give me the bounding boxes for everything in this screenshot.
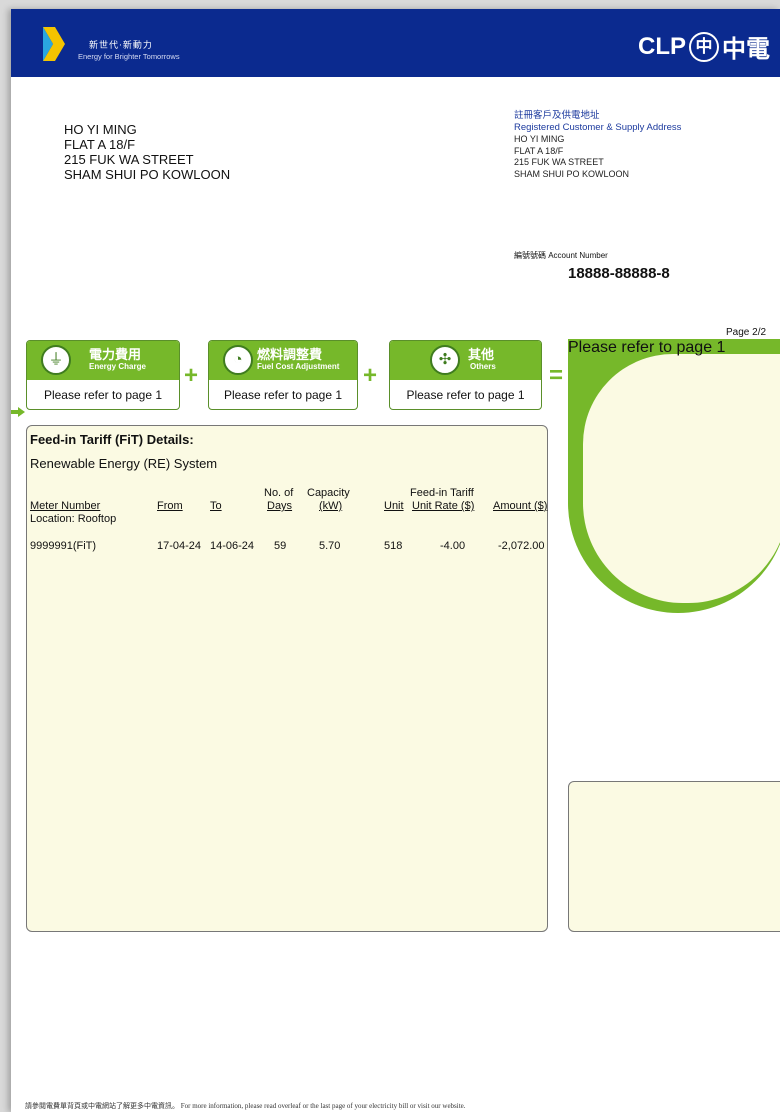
others-box: ✣ 其他 Others Please refer to page 1 — [389, 340, 542, 410]
arrow-right-icon — [11, 407, 25, 417]
rate-header-top: Feed-in Tariff — [410, 487, 474, 499]
mailing-address: HO YI MING FLAT A 18/F 215 FUK WA STREET… — [64, 122, 230, 182]
clp-logo: CLP 中 中電 — [638, 29, 770, 64]
unit-rate-value: -4.00 — [440, 540, 466, 552]
energy-charge-en: Energy Charge — [89, 362, 146, 371]
tagline-en: Energy for Brighter Tomorrows — [78, 52, 180, 61]
plug-icon: ⏚ — [41, 345, 71, 375]
energy-charge-box: ⏚ 電力費用 Energy Charge Please refer to pag… — [26, 340, 180, 410]
address-line: HO YI MING — [64, 122, 137, 137]
unit-value: 518 — [384, 540, 403, 552]
registered-line: SHAM SHUI PO KOWLOON — [514, 168, 630, 179]
equals-sign: = — [549, 362, 564, 389]
account-number: 18888-88888-8 — [568, 265, 670, 282]
address-line: FLAT A 18/F — [64, 137, 136, 152]
unit-header: Unit — [384, 500, 404, 512]
amount-value: -2,072.00 — [498, 540, 545, 552]
others-icon: ✣ — [430, 345, 460, 375]
bill-header: 新世代‧新動力 Energy for Brighter Tomorrows CL… — [11, 9, 780, 77]
registered-title-zh: 註冊客戶及供電地址 — [514, 110, 600, 121]
others-zh: 其他 — [468, 347, 495, 362]
fit-title: Feed-in Tariff (FiT) Details: — [30, 432, 194, 447]
fit-details-panel: Feed-in Tariff (FiT) Details: Renewable … — [26, 425, 548, 932]
fit-subtitle: Renewable Energy (RE) System — [30, 456, 218, 471]
capacity-header: (kW) — [319, 500, 343, 512]
plus-sign: + — [363, 362, 378, 389]
bill-page: 新世代‧新動力 Energy for Brighter Tomorrows CL… — [11, 9, 780, 1112]
address-line: 215 FUK WA STREET — [64, 152, 194, 167]
energy-charge-zh: 電力費用 — [89, 347, 142, 362]
from-value: 17-04-24 — [157, 540, 202, 552]
fuel-cost-header: ◔ 燃料調整費 Fuel Cost Adjustment — [209, 341, 357, 380]
logo-circle: 中 — [689, 31, 719, 62]
others-header: ✣ 其他 Others — [390, 341, 541, 380]
tagline-zh: 新世代‧新動力 — [89, 40, 153, 50]
capacity-header-top: Capacity — [307, 487, 350, 499]
to-value: 14-06-24 — [210, 540, 255, 552]
account-label: 編號號碼 Account Number — [514, 251, 608, 260]
others-en: Others — [470, 362, 496, 371]
logo-zh: 中電 — [722, 36, 770, 63]
others-refer: Please refer to page 1 — [406, 388, 525, 402]
logo-text: CLP — [638, 32, 686, 60]
fuel-cost-en: Fuel Cost Adjustment — [257, 362, 340, 371]
from-header: From — [157, 500, 183, 512]
registered-address: 註冊客戶及供電地址 Registered Customer & Supply A… — [514, 110, 681, 180]
total-refer: Please refer to page 1 — [568, 339, 726, 356]
location-text: Location: Rooftop — [30, 513, 117, 525]
total-amount-shape — [568, 339, 780, 613]
plus-sign: + — [184, 362, 199, 389]
registered-line: HO YI MING — [514, 134, 565, 144]
fuel-cost-box: ◔ 燃料調整費 Fuel Cost Adjustment Please refe… — [208, 340, 358, 410]
days-header-top: No. of — [264, 487, 294, 499]
registered-line: 215 FUK WA STREET — [514, 157, 604, 167]
unit-rate-header: Unit Rate ($) — [412, 500, 475, 512]
footer-note: 請參閱電費單背頁或中電網站了解更多中電資訊。 For more informat… — [25, 1102, 466, 1110]
page-number: Page 2/2 — [726, 327, 767, 338]
fuel-cost-zh: 燃料調整費 — [257, 347, 323, 362]
amount-header: Amount ($) — [493, 500, 548, 512]
address-line: SHAM SHUI PO KOWLOON — [64, 167, 231, 182]
to-header: To — [210, 500, 222, 512]
total-amount-inner — [583, 354, 780, 603]
days-value: 59 — [274, 540, 287, 552]
days-header: Days — [267, 500, 293, 512]
capacity-value: 5.70 — [319, 540, 341, 552]
clp-arrow-icon — [43, 27, 65, 61]
registered-title-en: Registered Customer & Supply Address — [514, 122, 682, 133]
meter-number-header: Meter Number — [30, 500, 101, 512]
fuel-cost-refer: Please refer to page 1 — [223, 388, 343, 402]
energy-charge-refer: Please refer to page 1 — [43, 388, 163, 402]
energy-charge-header: ⏚ 電力費用 Energy Charge — [27, 341, 179, 380]
meter-number-value: 9999991(FiT) — [30, 540, 97, 552]
gauge-icon: ◔ — [223, 345, 253, 375]
side-message-box — [568, 781, 780, 932]
registered-line: FLAT A 18/F — [514, 145, 564, 156]
